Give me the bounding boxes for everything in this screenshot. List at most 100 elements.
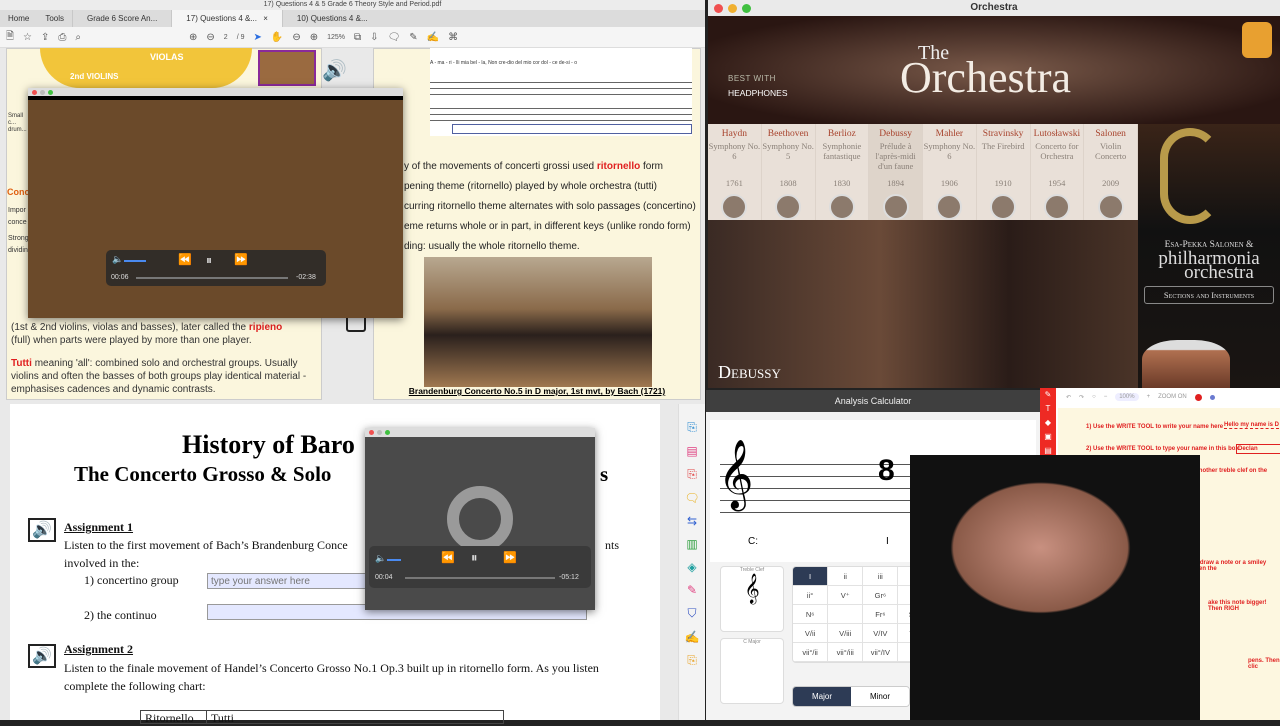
chord-button[interactable]: V/ii	[793, 624, 829, 643]
pause-icon[interactable]: ⏸	[471, 550, 478, 566]
close-window-icon[interactable]	[32, 90, 37, 95]
chord-button[interactable]: vii°/ii	[793, 643, 829, 662]
composer-portrait[interactable]	[828, 194, 855, 220]
prev-page-icon[interactable]: ⊕	[189, 32, 197, 43]
zoom-window-icon[interactable]	[742, 4, 751, 13]
minor-button[interactable]: Minor	[851, 687, 909, 706]
composer-0[interactable]: Haydn Symphony No. 6 1761	[708, 124, 762, 220]
fit-page-icon[interactable]: ⧉	[354, 32, 361, 43]
minimize-icon[interactable]	[40, 90, 45, 95]
chord-button[interactable]: vii°/iii	[828, 643, 864, 662]
composer-6[interactable]: Lutosławski Concerto for Orchestra 1954	[1031, 124, 1085, 220]
color-blue-icon[interactable]	[1209, 394, 1215, 400]
scroll-mode-icon[interactable]: ⇩	[370, 32, 378, 43]
comment-icon[interactable]: 🗨	[388, 32, 401, 43]
composer-portrait[interactable]	[775, 194, 802, 220]
minimize-icon[interactable]	[377, 430, 382, 435]
next-page-icon[interactable]: ⊖	[206, 32, 214, 43]
media-tool-icon[interactable]: ▣	[1040, 430, 1056, 444]
composer-badge-icon[interactable]	[1242, 22, 1272, 58]
select-icon[interactable]: ○	[1092, 394, 1096, 400]
sections-instruments-button[interactable]: Sections and Instruments	[1144, 286, 1274, 304]
tab-questions-17[interactable]: 17) Questions 4 &... ×	[171, 10, 282, 27]
composer-1[interactable]: Beethoven Symphony No. 5 1808	[762, 124, 816, 220]
composer-portrait[interactable]	[721, 194, 748, 220]
export-pdf-icon[interactable]: ⎘	[687, 420, 697, 435]
audio-scrubber[interactable]	[405, 577, 555, 579]
chord-button[interactable]: V⁺	[828, 586, 864, 605]
zoom-toggle[interactable]: ZOOM ON	[1158, 394, 1187, 400]
zoom-out-icon[interactable]: ⊖	[292, 32, 300, 43]
key-selector[interactable]: C Major	[720, 638, 784, 704]
print-icon[interactable]: ⎙	[58, 32, 66, 43]
tab-grade6[interactable]: Grade 6 Score An...	[72, 10, 171, 27]
speaker-icon[interactable]: 🔊	[28, 518, 56, 542]
name-box[interactable]: Declan	[1236, 444, 1280, 454]
save-icon[interactable]: 🗎	[6, 29, 14, 46]
create-pdf-icon[interactable]: ⎘	[687, 467, 697, 482]
chord-button[interactable]: V/IV	[863, 624, 899, 643]
chord-button[interactable]: N⁶	[793, 605, 829, 624]
page-number-input[interactable]: 2	[224, 34, 228, 41]
speaker-icon[interactable]: 🔊	[28, 644, 56, 668]
zoom-in-icon[interactable]: ⊕	[310, 32, 318, 43]
edit-pdf-icon[interactable]: ▥	[686, 537, 697, 551]
star-icon[interactable]: ☆	[23, 32, 32, 43]
zoom-window-icon[interactable]	[48, 90, 53, 95]
highlight-icon[interactable]: ✎	[409, 32, 417, 43]
zoom-out-icon[interactable]: −	[1104, 394, 1108, 400]
zoom-level[interactable]: 100%	[1115, 393, 1139, 401]
chord-button[interactable]: Gr⁶	[863, 586, 899, 605]
nav-home[interactable]: Home	[0, 14, 37, 23]
close-window-icon[interactable]	[369, 430, 374, 435]
sign-icon[interactable]: ✍	[427, 32, 439, 43]
composer-portrait[interactable]	[936, 194, 963, 220]
rewind-icon[interactable]: ⏪	[441, 551, 455, 564]
eraser-tool-icon[interactable]: ◆	[1040, 416, 1056, 430]
select-tool-icon[interactable]: ➤	[254, 32, 262, 43]
redo-icon[interactable]: ↷	[1079, 394, 1084, 401]
chord-button[interactable]: Fr⁶	[863, 605, 899, 624]
minimize-icon[interactable]	[728, 4, 737, 13]
undo-icon[interactable]: ↶	[1066, 394, 1071, 401]
major-button[interactable]: Major	[793, 687, 851, 706]
chord-button[interactable]: ii	[828, 567, 864, 586]
chord-button[interactable]: ii°	[793, 586, 829, 605]
volume-slider[interactable]	[387, 559, 401, 561]
pause-icon[interactable]: ⏸	[206, 253, 212, 268]
protect-icon[interactable]: ⛉	[687, 606, 696, 621]
signature-icon[interactable]: ✍	[685, 630, 700, 644]
more-tools-icon[interactable]: ⎘	[687, 653, 697, 668]
tab-questions-10[interactable]: 10) Questions 4 &...	[281, 10, 382, 27]
pencil-tool-icon[interactable]: ✎	[1040, 388, 1056, 402]
composer-3[interactable]: Debussy Prélude à l'après-midi d'un faune…	[869, 124, 923, 220]
name-answer[interactable]: Hello my name is D	[1224, 422, 1280, 429]
fast-forward-icon[interactable]: ⏩	[503, 551, 517, 564]
quicktime-audio-window[interactable]: 🔈 ⏪ ⏸ ⏩ 00:04 -05:12	[365, 428, 595, 610]
hand-tool-icon[interactable]: ✋	[271, 32, 283, 43]
composer-portrait[interactable]	[990, 194, 1017, 220]
video-player-window[interactable]: 🔈 ⏪ ⏸ ⏩ 00:06 -02:38	[28, 88, 403, 318]
rewind-icon[interactable]: ⏪	[178, 253, 192, 266]
composer-5[interactable]: Stravinsky The Firebird 1910	[977, 124, 1031, 220]
composer-portrait[interactable]	[1043, 194, 1070, 220]
speaker-icon[interactable]: 🔊	[322, 58, 347, 83]
upload-icon[interactable]: ⇪	[41, 32, 49, 43]
scan-icon[interactable]: ◈	[687, 560, 696, 574]
chord-button[interactable]: V/iii	[828, 624, 864, 643]
chord-button[interactable]: I	[793, 567, 829, 586]
composer-portrait[interactable]	[1097, 194, 1124, 220]
composer-2[interactable]: Berlioz Symphonie fantastique 1830	[816, 124, 870, 220]
fast-forward-icon[interactable]: ⏩	[234, 253, 248, 266]
composer-portrait[interactable]	[882, 194, 909, 220]
share-icon[interactable]: ⌘	[448, 32, 458, 43]
color-red-icon[interactable]	[1194, 393, 1202, 401]
chord-button[interactable]: iii	[863, 567, 899, 586]
nav-tools[interactable]: Tools	[37, 14, 72, 23]
composer-4[interactable]: Mahler Symphony No. 6 1906	[923, 124, 977, 220]
combine-icon[interactable]: ⇆	[687, 514, 697, 528]
volume-slider[interactable]	[124, 260, 146, 262]
composer-7[interactable]: Salonen Violin Concerto 2009	[1084, 124, 1138, 220]
close-tab-icon[interactable]: ×	[259, 14, 268, 23]
chord-button[interactable]: vii°/IV	[863, 643, 899, 662]
